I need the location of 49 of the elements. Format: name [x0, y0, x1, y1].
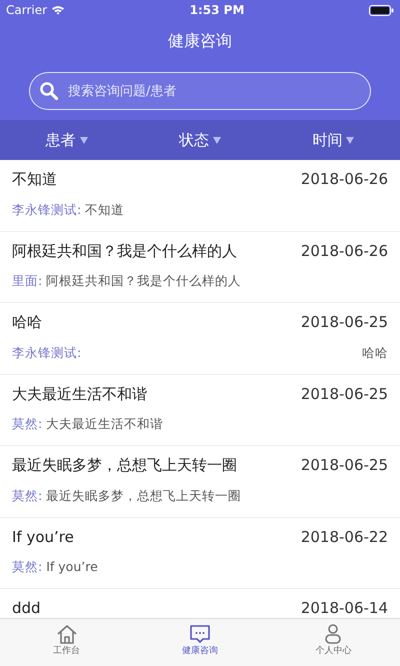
consultation-item[interactable]: If you’re 2018-06-22 莫然: If you’re	[0, 518, 400, 589]
clock: 1:53 PM	[188, 2, 246, 19]
patient-name: 莫然:	[12, 486, 42, 504]
filter-dropdown[interactable]: 患者	[0, 128, 134, 152]
tab-bar-item[interactable]: 工作台	[0, 619, 134, 666]
consultation-date: 2018-06-25	[300, 455, 388, 476]
tab-bar-item[interactable]: 个人中心	[266, 619, 400, 666]
wifi-icon	[51, 5, 66, 15]
patient-name: 李永锋测试:	[12, 344, 82, 362]
consultation-date: 2018-06-26	[300, 169, 388, 190]
message-preview: 最近失眠多梦，总想飞上天转一圈	[46, 486, 242, 504]
consultation-title: 不知道	[12, 169, 57, 190]
search-field[interactable]: 搜索咨询问题/患者	[29, 72, 371, 110]
filter-dropdown[interactable]: 时间	[266, 128, 400, 152]
message-preview: If you’re	[46, 558, 98, 576]
caret-icon	[212, 136, 221, 144]
message-preview: 哈哈	[362, 344, 388, 362]
consultation-item[interactable]: 大夫最近生活不和谐 2018-06-25 莫然: 大夫最近生活不和谐	[0, 374, 400, 446]
message-preview: 不知道	[85, 200, 124, 218]
chat-icon	[188, 623, 211, 645]
filter-dropdown[interactable]: 状态	[133, 128, 267, 152]
consultation-title: 最近失眠多梦，总想飞上天转一圈	[12, 455, 237, 476]
consultation-date: 2018-06-14	[300, 598, 388, 618]
consultation-title: 阿根廷共和国？我是个什么样的人	[12, 240, 237, 262]
tab-bar-item[interactable]: 健康咨询	[133, 619, 267, 666]
consultation-title: 哈哈	[12, 312, 42, 333]
patient-name: 李永锋测试:	[12, 200, 82, 218]
battery-icon	[369, 4, 394, 16]
screen-title: 健康咨询	[168, 30, 232, 52]
consultation-date: 2018-06-25	[300, 384, 388, 404]
consultation-date: 2018-06-25	[300, 312, 388, 333]
consultation-title: If you’re	[12, 526, 74, 548]
message-preview: 阿根廷共和国？我是个什么样的人	[46, 272, 242, 290]
consultation-item[interactable]: 最近失眠多梦，总想飞上天转一圈 2018-06-25 莫然: 最近失眠多梦，总想飞上天转一圈	[0, 446, 400, 518]
consultation-date: 2018-06-26	[300, 240, 388, 262]
home-icon	[56, 623, 78, 645]
patient-name: 莫然:	[12, 415, 42, 433]
consultation-title: ddd	[12, 598, 41, 618]
caret-icon	[346, 136, 354, 144]
consultation-item[interactable]: 阿根廷共和国？我是个什么样的人 2018-06-26 里面: 阿根廷共和国？我是个什么样的人	[0, 232, 400, 303]
consultation-title: 大夫最近生活不和谐	[12, 384, 147, 404]
patient-name: 莫然:	[12, 558, 42, 576]
patient-name: 里面:	[12, 272, 42, 290]
caret-icon	[80, 136, 88, 144]
message-preview: 大夫最近生活不和谐	[46, 415, 164, 433]
consultation-item[interactable]: 不知道 2018-06-26 李永锋测试: 不知道	[0, 160, 400, 232]
carrier-label: Carrier	[6, 2, 48, 19]
consultation-item[interactable]: 哈哈 2018-06-25 李永锋测试: 哈哈	[0, 303, 400, 374]
consultation-date: 2018-06-22	[300, 526, 388, 548]
